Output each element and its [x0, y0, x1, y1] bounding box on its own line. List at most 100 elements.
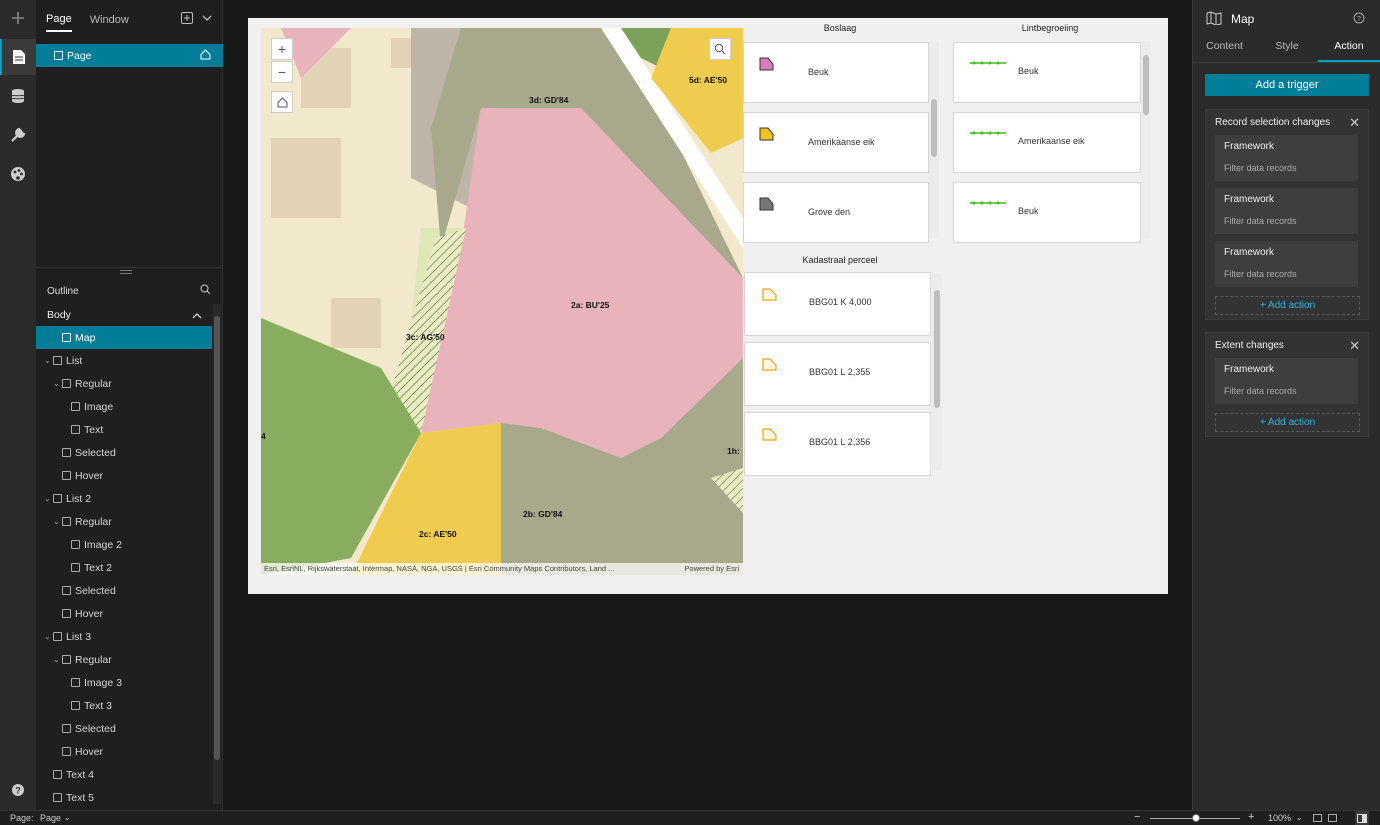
close-icon[interactable]: ✕	[1349, 115, 1360, 131]
widget-icon	[71, 701, 80, 710]
home-icon[interactable]	[200, 49, 211, 63]
outline-item[interactable]: Selected	[36, 579, 212, 602]
outline-item-label: List 3	[66, 630, 92, 643]
tab-action[interactable]: Action	[1318, 40, 1380, 62]
chevron-down-icon[interactable]: ⌄	[53, 517, 61, 526]
list-item-label: Beuk	[1018, 206, 1039, 216]
list-scrollbar[interactable]	[1141, 41, 1151, 238]
page-list-item[interactable]: Page	[36, 44, 223, 67]
widget-icon	[53, 494, 62, 503]
add-trigger-button[interactable]: Add a trigger	[1205, 74, 1369, 96]
tab-window[interactable]: Window	[90, 8, 129, 31]
zoom-out-icon[interactable]: −	[1134, 811, 1140, 823]
data-icon[interactable]	[0, 78, 36, 114]
outline-item[interactable]: Selected	[36, 717, 212, 740]
action-subtitle: Filter data records	[1224, 216, 1297, 226]
action-item[interactable]: Framework Filter data records	[1215, 358, 1358, 404]
outline-item[interactable]: ⌄ Regular	[36, 510, 212, 533]
tools-icon[interactable]	[0, 117, 36, 153]
chevron-down-icon[interactable]: ⌄	[64, 813, 71, 822]
tab-content[interactable]: Content	[1193, 40, 1256, 62]
map-search-button[interactable]	[709, 38, 731, 60]
outline-item[interactable]: Selected	[36, 441, 212, 464]
help-icon[interactable]: ?	[1353, 12, 1365, 27]
home-button[interactable]	[271, 91, 293, 113]
parcel-symbol-icon	[762, 428, 777, 441]
outline-item[interactable]: Text 2	[36, 556, 212, 579]
outline-item[interactable]: Text 4	[36, 763, 212, 786]
powered-by-esri[interactable]: Powered by Esri	[684, 563, 739, 575]
chevron-down-icon[interactable]: ⌄	[44, 632, 52, 641]
chevron-down-icon[interactable]: ⌄	[1296, 813, 1303, 822]
chevron-down-icon[interactable]: ⌄	[53, 379, 61, 388]
theme-icon[interactable]	[0, 156, 36, 192]
add-action-button[interactable]: + Add action	[1215, 413, 1360, 432]
outline-item[interactable]: Hover	[36, 740, 212, 763]
outline-item[interactable]: Text	[36, 418, 212, 441]
list-scrollbar[interactable]	[932, 274, 942, 470]
line-symbol-icon	[970, 131, 1006, 135]
outline-item[interactable]: ⌄ Regular	[36, 372, 212, 395]
zoom-slider-handle[interactable]	[1192, 814, 1200, 822]
outline-item[interactable]: ⌄ List	[36, 349, 212, 372]
zoom-in-icon[interactable]: +	[1248, 811, 1254, 823]
outline-item[interactable]: Text 5	[36, 786, 212, 809]
help-icon[interactable]: ?	[0, 772, 36, 808]
outline-item[interactable]: Map	[36, 326, 212, 349]
chevron-down-icon[interactable]: ⌄	[53, 655, 61, 664]
add-page-icon[interactable]	[181, 12, 193, 27]
map-widget[interactable]: + − 3d: GD'84 5d: AE'50 2a: BU'25 3c: AG…	[261, 28, 743, 575]
outline-item[interactable]: Image 3	[36, 671, 212, 694]
zoom-in-button[interactable]: +	[271, 38, 293, 60]
list-item[interactable]: Beuk	[743, 42, 929, 103]
outline-scrollbar[interactable]	[213, 304, 221, 804]
outline-item[interactable]: Hover	[36, 602, 212, 625]
list-item[interactable]: Grove den	[743, 182, 929, 243]
action-item[interactable]: Framework Filter data records	[1215, 188, 1358, 234]
list-item[interactable]: Amerikaanse eik	[953, 112, 1141, 173]
outline-item[interactable]: Image 2	[36, 533, 212, 556]
outline-item[interactable]: ⌄ List 3	[36, 625, 212, 648]
chevron-down-icon[interactable]: ⌄	[44, 494, 52, 503]
tab-style[interactable]: Style	[1256, 40, 1318, 62]
list-scrollbar[interactable]	[929, 41, 939, 238]
fit-height-icon[interactable]	[1328, 814, 1337, 822]
toggle-panel-icon[interactable]	[1355, 811, 1369, 825]
list-item[interactable]: Amerikaanse eik	[743, 112, 929, 173]
fit-width-icon[interactable]	[1313, 814, 1322, 822]
chevron-down-icon[interactable]: ⌄	[44, 356, 52, 365]
polygon-symbol-icon	[759, 127, 774, 141]
list-item[interactable]: BBG01 K 4,000	[744, 272, 931, 336]
tab-page[interactable]: Page	[46, 7, 72, 32]
left-toolbar: ?	[0, 0, 36, 810]
plus-icon[interactable]	[0, 0, 36, 36]
zoom-slider[interactable]	[1150, 814, 1240, 822]
search-icon[interactable]	[200, 284, 211, 298]
action-item[interactable]: Framework Filter data records	[1215, 241, 1358, 287]
page-icon[interactable]	[0, 39, 36, 75]
outline-title: Outline	[47, 286, 79, 297]
zoom-out-button[interactable]: −	[271, 61, 293, 83]
chevron-down-icon[interactable]	[202, 13, 212, 25]
outline-item[interactable]: Image	[36, 395, 212, 418]
list-item[interactable]: BBG01 L 2,355	[744, 342, 931, 406]
status-page-select[interactable]: Page	[40, 813, 61, 823]
close-icon[interactable]: ✕	[1349, 338, 1360, 354]
outline-item[interactable]: Text 3	[36, 694, 212, 717]
action-item[interactable]: Framework Filter data records	[1215, 135, 1358, 181]
widget-icon	[62, 655, 71, 664]
outline-item[interactable]: Hover	[36, 464, 212, 487]
list-item[interactable]: Beuk	[953, 42, 1141, 103]
list-item[interactable]: Beuk	[953, 182, 1141, 243]
outline-item[interactable]: ⌄ List 2	[36, 487, 212, 510]
list-item-label: Beuk	[808, 67, 829, 77]
outline-body: Body	[47, 309, 71, 321]
list-item[interactable]: BBG01 L 2,356	[744, 412, 931, 476]
resize-handle[interactable]	[120, 270, 132, 274]
add-action-button[interactable]: + Add action	[1215, 296, 1360, 315]
list-item-label: BBG01 L 2,356	[809, 437, 871, 447]
chevron-up-icon[interactable]	[192, 311, 202, 323]
outline-item[interactable]: ⌄ Regular	[36, 648, 212, 671]
outline-item-label: Regular	[75, 515, 112, 528]
zoom-level[interactable]: 100%	[1268, 813, 1291, 823]
